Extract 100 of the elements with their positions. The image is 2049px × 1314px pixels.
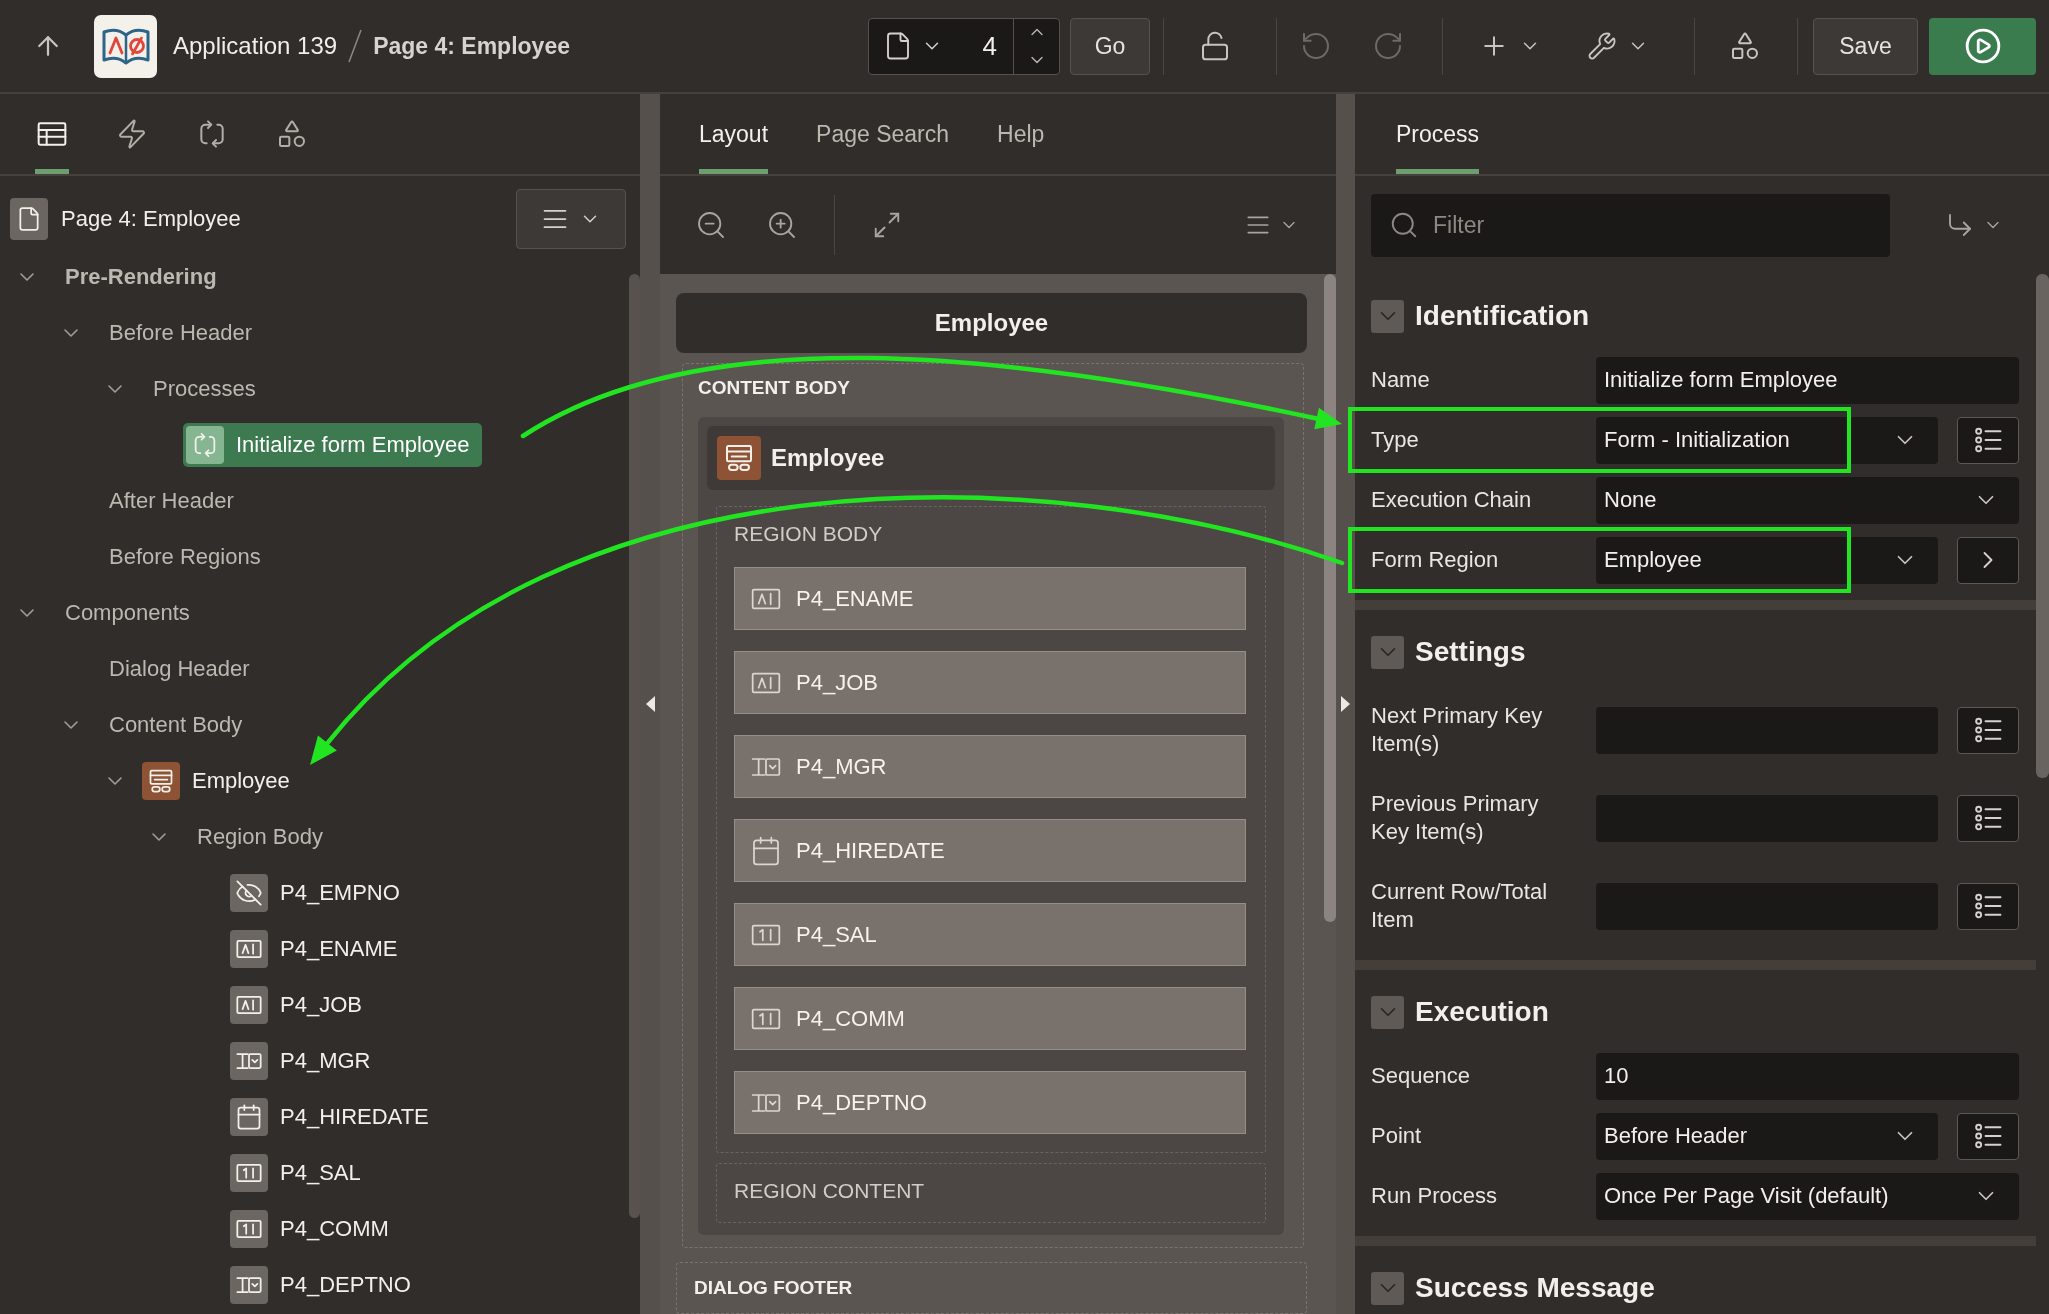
list-button[interactable] <box>1957 706 2019 754</box>
page-item[interactable]: P4_ENAME <box>734 567 1246 630</box>
scrollbar-thumb[interactable] <box>629 274 640 1218</box>
property-label: Type <box>1371 426 1419 454</box>
section-title: Execution <box>1415 996 1549 1028</box>
tree-node[interactable]: P4_EMPNO <box>227 871 412 915</box>
list-icon <box>1973 1121 2003 1151</box>
book-icon[interactable] <box>94 14 157 78</box>
select-field[interactable]: Employee <box>1596 536 1938 584</box>
tree-node[interactable]: P4_ENAME <box>227 927 410 971</box>
area-label: REGION CONTENT <box>734 1178 925 1204</box>
property-label: Form Region <box>1371 546 1499 574</box>
region-icon <box>717 436 761 480</box>
tree-node[interactable]: P4_HIREDATE <box>227 1095 441 1139</box>
tree-node[interactable]: Region Body <box>194 821 335 853</box>
dialog-title-bar[interactable]: Employee <box>676 293 1307 353</box>
tree-node[interactable]: Content Body <box>106 709 255 741</box>
tree-node[interactable]: Pre-Rendering <box>62 261 229 293</box>
select-field[interactable]: None <box>1596 476 2019 524</box>
collapse-button[interactable] <box>1371 299 1404 333</box>
shapes-icon <box>276 118 308 150</box>
property-label: Previous Primary Key Item(s) <box>1371 790 1540 846</box>
go-to-button[interactable] <box>1957 536 2019 584</box>
tree-node[interactable]: Before Regions <box>106 541 273 573</box>
area-label: DIALOG FOOTER <box>694 1276 853 1300</box>
shapes-icon <box>1729 30 1761 62</box>
save-button[interactable]: Save <box>1813 17 1918 75</box>
page-item[interactable]: P4_HIREDATE <box>734 819 1246 882</box>
area-label: REGION BODY <box>734 521 883 547</box>
tree-node[interactable]: Before Header <box>106 317 265 349</box>
text-field[interactable]: Initialize form Employee <box>1596 356 2019 404</box>
page-item[interactable]: P4_DEPTNO <box>734 1071 1246 1134</box>
property-label: Point <box>1371 1122 1422 1150</box>
text-field-icon <box>230 930 268 968</box>
list-button[interactable] <box>1957 882 2019 930</box>
region-header[interactable]: Employee <box>707 426 1275 490</box>
tree-node[interactable]: Processes <box>150 373 268 405</box>
page-label: Page 4: Employee <box>61 205 241 232</box>
select-field[interactable]: Once Per Page Visit (default) <box>1596 1172 2019 1220</box>
eye-slash-icon <box>230 874 268 912</box>
property-label: Next Primary Key Item(s) <box>1371 702 1544 758</box>
calendar-icon <box>230 1098 268 1136</box>
select-field[interactable]: Before Header <box>1596 1112 1938 1160</box>
tree-node[interactable]: P4_JOB <box>227 983 374 1027</box>
region-icon <box>142 762 180 800</box>
zoom-in-icon <box>766 209 798 241</box>
select-list-icon <box>230 1266 268 1304</box>
number-field-icon <box>230 1210 268 1248</box>
expand-icon <box>872 210 902 240</box>
page-item[interactable]: P4_JOB <box>734 651 1246 714</box>
menu-button[interactable] <box>516 188 626 249</box>
go-button[interactable]: Go <box>1070 17 1150 75</box>
tree-node[interactable]: After Header <box>106 485 246 517</box>
page-item[interactable]: P4_COMM <box>734 987 1246 1050</box>
tree-node[interactable]: P4_SAL <box>227 1151 373 1195</box>
play-icon <box>1963 27 2002 65</box>
redo-icon <box>1372 30 1404 62</box>
collapse-button[interactable] <box>1371 635 1404 669</box>
tree-node[interactable]: Initialize form Employee <box>183 423 482 467</box>
padlock-icon <box>1199 30 1231 62</box>
select-field[interactable]: Form - Initialization <box>1596 416 1938 464</box>
page-item[interactable]: P4_SAL <box>734 903 1246 966</box>
scrollbar-thumb[interactable] <box>1324 274 1336 922</box>
tree-node[interactable]: Employee <box>139 759 302 803</box>
collapse-button[interactable] <box>1371 995 1404 1029</box>
number-field-icon <box>230 1154 268 1192</box>
page-number-field[interactable]: 4 <box>943 18 1013 74</box>
list-icon <box>1973 425 2003 455</box>
run-button[interactable] <box>1929 17 2036 75</box>
tree-node[interactable]: P4_DEPTNO <box>227 1263 423 1307</box>
section-title: Settings <box>1415 636 1526 668</box>
panel-tab[interactable]: Help <box>997 94 1045 174</box>
cycle-arrows-icon <box>186 426 224 464</box>
list-button[interactable] <box>1957 794 2019 842</box>
tree-node[interactable]: Components <box>62 597 202 629</box>
panel-tab[interactable]: Page Search <box>816 94 950 174</box>
section-title: Identification <box>1415 300 1590 332</box>
list-button[interactable] <box>1957 416 2019 464</box>
panel-tab[interactable]: Process <box>1396 94 1480 174</box>
tree-node[interactable]: P4_COMM <box>227 1207 401 1251</box>
property-label: Current Row/Total Item <box>1371 878 1549 934</box>
zoom-out-icon <box>695 209 727 241</box>
list-icon <box>1973 803 2003 833</box>
breadcrumb-link[interactable]: Application 139 <box>173 32 338 60</box>
list-button[interactable] <box>1957 1112 2019 1160</box>
select-list-icon <box>230 1042 268 1080</box>
tree-node[interactable]: Dialog Header <box>106 653 262 685</box>
property-label: Execution Chain <box>1371 486 1532 514</box>
tree-node[interactable]: P4_MGR <box>227 1039 383 1083</box>
wrench-icon <box>1587 31 1617 61</box>
list-icon <box>1973 715 2003 745</box>
splitter[interactable] <box>1336 94 1355 1314</box>
scrollbar-thumb[interactable] <box>2036 274 2049 778</box>
list-icon <box>1973 891 2003 921</box>
page-icon <box>10 197 48 240</box>
text-field[interactable]: 10 <box>1596 1052 2019 1100</box>
collapse-button[interactable] <box>1371 1271 1404 1305</box>
panel-tab[interactable]: Layout <box>699 94 769 174</box>
filter-field[interactable]: Filter <box>1371 193 1890 257</box>
page-item[interactable]: P4_MGR <box>734 735 1246 798</box>
